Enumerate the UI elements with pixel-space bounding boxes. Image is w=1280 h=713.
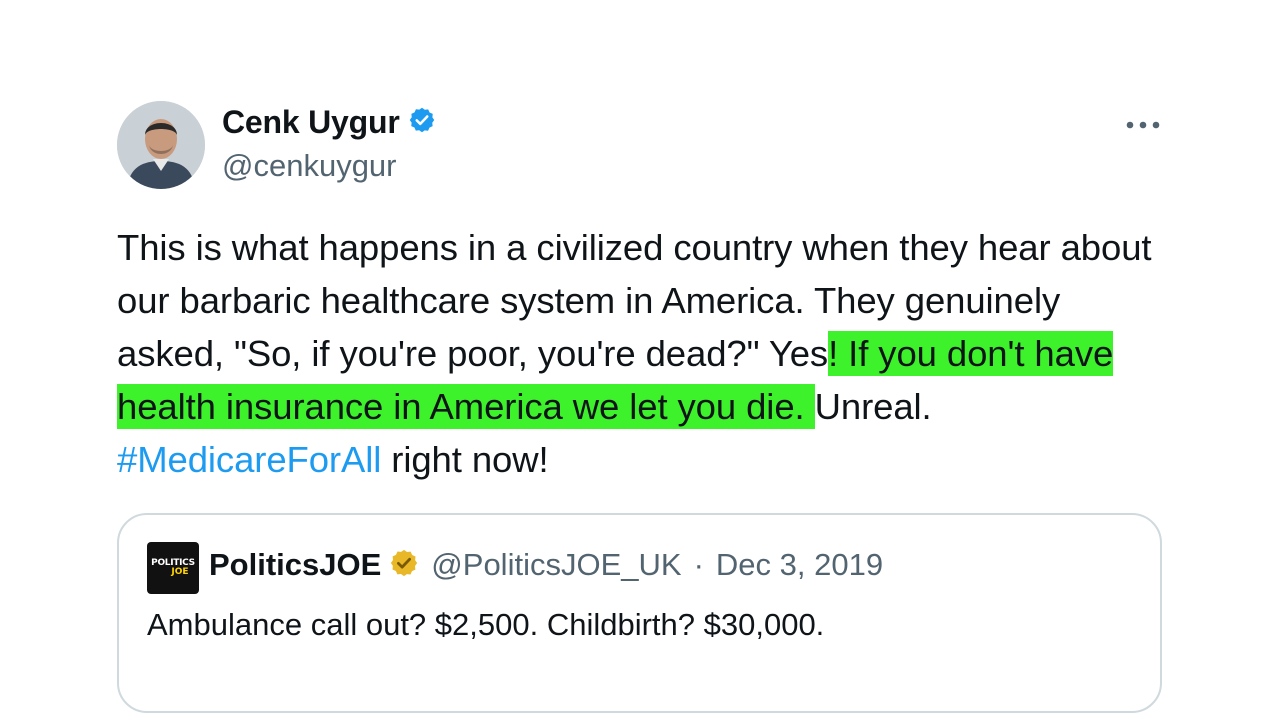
- quoted-header: PoliticsJOE @PoliticsJOE_UK · Dec 3, 201…: [209, 547, 883, 583]
- avatar[interactable]: [117, 101, 205, 189]
- quoted-text: Ambulance call out? $2,500. Childbirth? …: [147, 607, 825, 642]
- quoted-date[interactable]: Dec 3, 2019: [716, 547, 883, 583]
- author-name-row: Cenk Uygur: [222, 104, 436, 141]
- gold-verified-badge-icon: [389, 548, 419, 583]
- hashtag-link[interactable]: #MedicareForAll: [117, 439, 381, 480]
- author-display-name[interactable]: Cenk Uygur: [222, 104, 400, 141]
- verified-badge-icon: [408, 106, 436, 139]
- author-handle[interactable]: @cenkuygur: [222, 148, 397, 184]
- meta-separator: ·: [693, 547, 704, 582]
- tweet-text-part2: Unreal.: [814, 386, 932, 427]
- quoted-display-name[interactable]: PoliticsJOE: [209, 547, 381, 583]
- more-horizontal-icon: [1126, 121, 1160, 129]
- logo-text-line2: JOE: [171, 567, 189, 577]
- more-options-button[interactable]: [1120, 108, 1166, 142]
- quoted-tweet[interactable]: POLITICS JOE PoliticsJOE @PoliticsJOE_UK…: [117, 513, 1162, 713]
- quoted-avatar-logo[interactable]: POLITICS JOE: [147, 542, 199, 594]
- quoted-handle[interactable]: @PoliticsJOE_UK: [431, 547, 681, 583]
- tweet-body: This is what happens in a civilized coun…: [117, 221, 1177, 486]
- avatar-photo: [117, 101, 205, 189]
- tweet-text-part3: right now!: [381, 439, 549, 480]
